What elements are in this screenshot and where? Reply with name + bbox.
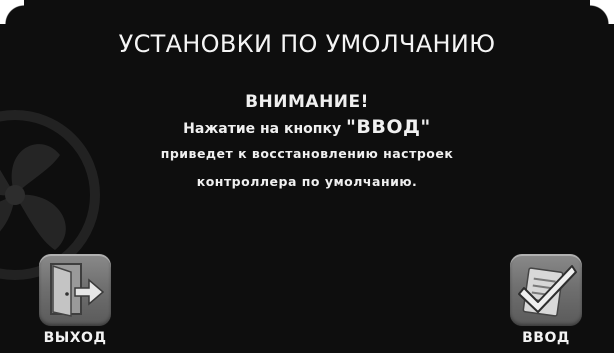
warning-heading: ВНИМАНИЕ! <box>245 92 369 112</box>
door-exit-icon <box>50 263 105 317</box>
enter-button-tile <box>510 254 582 326</box>
page-title: УСТАНОВКИ ПО УМОЛЧАНИЮ <box>118 30 496 58</box>
enter-button[interactable]: ВВОД <box>510 254 582 346</box>
warning-line-2: приведет к восстановлению настроек <box>160 146 454 161</box>
default-settings-screen: УСТАНОВКИ ПО УМОЛЧАНИЮ ВНИМАНИЕ! Нажатие… <box>0 0 614 353</box>
exit-button-tile <box>39 254 111 326</box>
warning-line-3: контроллера по умолчанию. <box>196 174 418 189</box>
warning-line-1-prefix: Нажатие на кнопку <box>183 121 346 137</box>
warning-button-reference: "ВВОД" <box>345 116 431 138</box>
warning-line-1: Нажатие на кнопку "ВВОД" <box>0 116 614 138</box>
exit-button[interactable]: ВЫХОД <box>39 254 111 346</box>
warning-message: ВНИМАНИЕ! Нажатие на кнопку "ВВОД" приве… <box>0 92 614 202</box>
enter-button-label: ВВОД <box>522 330 570 346</box>
exit-button-label: ВЫХОД <box>43 330 107 346</box>
checklist-confirm-icon <box>518 265 577 317</box>
